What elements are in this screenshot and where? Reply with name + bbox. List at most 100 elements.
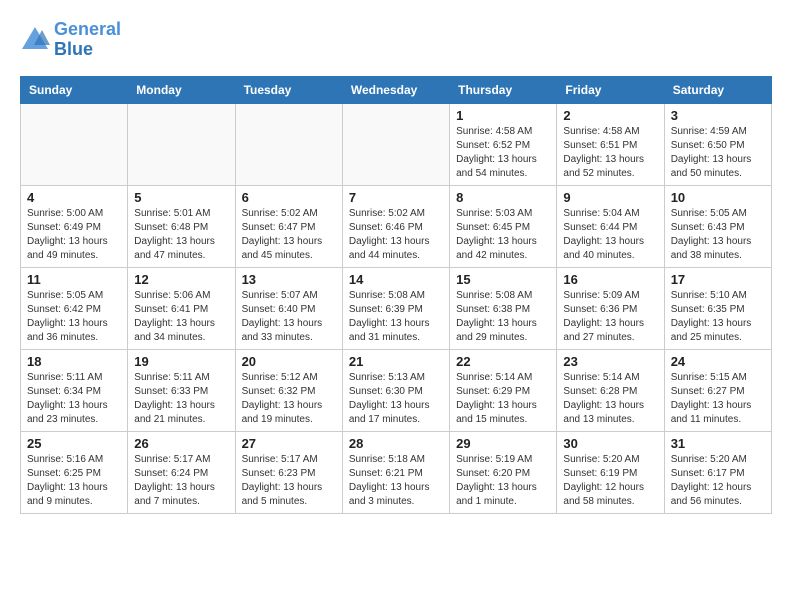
logo-icon [20,25,50,55]
day-number: 26 [134,436,228,451]
calendar-cell: 17 Sunrise: 5:10 AMSunset: 6:35 PMDayligh… [664,267,771,349]
calendar-cell [128,103,235,185]
calendar-cell: 18Sunrise: 5:11 AMSunset: 6:34 PMDayligh… [21,349,128,431]
day-info: Sunrise: 5:12 AMSunset: 6:32 PMDaylight:… [242,371,336,427]
calendar-cell: 5 Sunrise: 5:01 AMSunset: 6:48 PMDaylight… [128,185,235,267]
day-number: 14 [349,272,443,287]
day-number: 27 [242,436,336,451]
day-number: 11 [27,272,121,287]
calendar-cell: 31 Sunrise: 5:20 AMSunset: 6:17 PMDayligh… [664,431,771,513]
calendar-week-row: 1 Sunrise: 4:58 AMSunset: 6:52 PMDaylight… [21,103,772,185]
day-info: Sunrise: 5:01 AMSunset: 6:48 PMDaylight:… [134,207,228,263]
weekday-header-row: SundayMondayTuesdayWednesdayThursdayFrid… [21,76,772,103]
day-info: Sunrise: 4:59 AMSunset: 6:50 PMDaylight:… [671,125,765,181]
weekday-header: Sunday [21,76,128,103]
day-number: 1 [456,108,550,123]
day-info: Sunrise: 5:02 AMSunset: 6:46 PMDaylight:… [349,207,443,263]
day-number: 17 [671,272,765,287]
calendar-cell: 7 Sunrise: 5:02 AMSunset: 6:46 PMDaylight… [342,185,449,267]
day-info: Sunrise: 5:18 AMSunset: 6:21 PMDaylight:… [349,453,443,509]
calendar-cell: 19Sunrise: 5:11 AMSunset: 6:33 PMDayligh… [128,349,235,431]
calendar-week-row: 18Sunrise: 5:11 AMSunset: 6:34 PMDayligh… [21,349,772,431]
calendar-cell: 8Sunrise: 5:03 AMSunset: 6:45 PMDaylight… [450,185,557,267]
day-info: Sunrise: 4:58 AMSunset: 6:51 PMDaylight:… [563,125,657,181]
day-info: Sunrise: 5:09 AMSunset: 6:36 PMDaylight:… [563,289,657,345]
day-info: Sunrise: 5:20 AMSunset: 6:19 PMDaylight:… [563,453,657,509]
day-info: Sunrise: 5:08 AMSunset: 6:38 PMDaylight:… [456,289,550,345]
day-info: Sunrise: 5:06 AMSunset: 6:41 PMDaylight:… [134,289,228,345]
weekday-header: Friday [557,76,664,103]
weekday-header: Monday [128,76,235,103]
day-number: 15 [456,272,550,287]
day-number: 28 [349,436,443,451]
day-number: 30 [563,436,657,451]
calendar-week-row: 25Sunrise: 5:16 AMSunset: 6:25 PMDayligh… [21,431,772,513]
day-number: 24 [671,354,765,369]
calendar-cell: 22Sunrise: 5:14 AMSunset: 6:29 PMDayligh… [450,349,557,431]
calendar-cell: 2Sunrise: 4:58 AMSunset: 6:51 PMDaylight… [557,103,664,185]
calendar-cell: 13 Sunrise: 5:07 AMSunset: 6:40 PMDayligh… [235,267,342,349]
day-info: Sunrise: 5:13 AMSunset: 6:30 PMDaylight:… [349,371,443,427]
day-info: Sunrise: 5:15 AMSunset: 6:27 PMDaylight:… [671,371,765,427]
day-info: Sunrise: 5:08 AMSunset: 6:39 PMDaylight:… [349,289,443,345]
calendar-cell: 27 Sunrise: 5:17 AMSunset: 6:23 PMDayligh… [235,431,342,513]
day-info: Sunrise: 5:20 AMSunset: 6:17 PMDaylight:… [671,453,765,509]
day-number: 5 [134,190,228,205]
calendar-cell: 10 Sunrise: 5:05 AMSunset: 6:43 PMDayligh… [664,185,771,267]
day-info: Sunrise: 5:05 AMSunset: 6:42 PMDaylight:… [27,289,121,345]
day-info: Sunrise: 5:17 AMSunset: 6:24 PMDaylight:… [134,453,228,509]
calendar-cell: 3 Sunrise: 4:59 AMSunset: 6:50 PMDaylight… [664,103,771,185]
day-number: 29 [456,436,550,451]
day-number: 6 [242,190,336,205]
day-number: 23 [563,354,657,369]
day-info: Sunrise: 5:05 AMSunset: 6:43 PMDaylight:… [671,207,765,263]
day-info: Sunrise: 5:16 AMSunset: 6:25 PMDaylight:… [27,453,121,509]
calendar-cell: 16 Sunrise: 5:09 AMSunset: 6:36 PMDayligh… [557,267,664,349]
calendar-cell: 15 Sunrise: 5:08 AMSunset: 6:38 PMDayligh… [450,267,557,349]
day-info: Sunrise: 5:07 AMSunset: 6:40 PMDaylight:… [242,289,336,345]
logo-text: General Blue [54,20,121,60]
day-number: 9 [563,190,657,205]
calendar-week-row: 11 Sunrise: 5:05 AMSunset: 6:42 PMDayligh… [21,267,772,349]
weekday-header: Saturday [664,76,771,103]
day-number: 4 [27,190,121,205]
day-info: Sunrise: 5:00 AMSunset: 6:49 PMDaylight:… [27,207,121,263]
weekday-header: Tuesday [235,76,342,103]
day-number: 16 [563,272,657,287]
calendar-cell: 30 Sunrise: 5:20 AMSunset: 6:19 PMDayligh… [557,431,664,513]
day-number: 12 [134,272,228,287]
day-number: 13 [242,272,336,287]
day-info: Sunrise: 5:02 AMSunset: 6:47 PMDaylight:… [242,207,336,263]
day-number: 10 [671,190,765,205]
calendar-cell: 28 Sunrise: 5:18 AMSunset: 6:21 PMDayligh… [342,431,449,513]
calendar-cell: 9Sunrise: 5:04 AMSunset: 6:44 PMDaylight… [557,185,664,267]
logo: General Blue [20,20,121,60]
day-number: 8 [456,190,550,205]
calendar-cell: 24 Sunrise: 5:15 AMSunset: 6:27 PMDayligh… [664,349,771,431]
day-info: Sunrise: 5:10 AMSunset: 6:35 PMDaylight:… [671,289,765,345]
day-number: 22 [456,354,550,369]
day-info: Sunrise: 5:17 AMSunset: 6:23 PMDaylight:… [242,453,336,509]
day-info: Sunrise: 4:58 AMSunset: 6:52 PMDaylight:… [456,125,550,181]
calendar-cell [342,103,449,185]
day-number: 3 [671,108,765,123]
calendar-cell: 21Sunrise: 5:13 AMSunset: 6:30 PMDayligh… [342,349,449,431]
calendar-cell: 23Sunrise: 5:14 AMSunset: 6:28 PMDayligh… [557,349,664,431]
day-info: Sunrise: 5:11 AMSunset: 6:34 PMDaylight:… [27,371,121,427]
calendar-cell: 14 Sunrise: 5:08 AMSunset: 6:39 PMDayligh… [342,267,449,349]
calendar-cell [21,103,128,185]
calendar-cell: 11 Sunrise: 5:05 AMSunset: 6:42 PMDayligh… [21,267,128,349]
calendar-cell: 12 Sunrise: 5:06 AMSunset: 6:41 PMDayligh… [128,267,235,349]
calendar-cell: 25Sunrise: 5:16 AMSunset: 6:25 PMDayligh… [21,431,128,513]
day-number: 31 [671,436,765,451]
day-info: Sunrise: 5:11 AMSunset: 6:33 PMDaylight:… [134,371,228,427]
calendar: SundayMondayTuesdayWednesdayThursdayFrid… [20,76,772,514]
weekday-header: Wednesday [342,76,449,103]
weekday-header: Thursday [450,76,557,103]
calendar-cell [235,103,342,185]
day-number: 7 [349,190,443,205]
calendar-cell: 29Sunrise: 5:19 AMSunset: 6:20 PMDayligh… [450,431,557,513]
day-number: 20 [242,354,336,369]
calendar-cell: 1 Sunrise: 4:58 AMSunset: 6:52 PMDaylight… [450,103,557,185]
calendar-cell: 4 Sunrise: 5:00 AMSunset: 6:49 PMDaylight… [21,185,128,267]
